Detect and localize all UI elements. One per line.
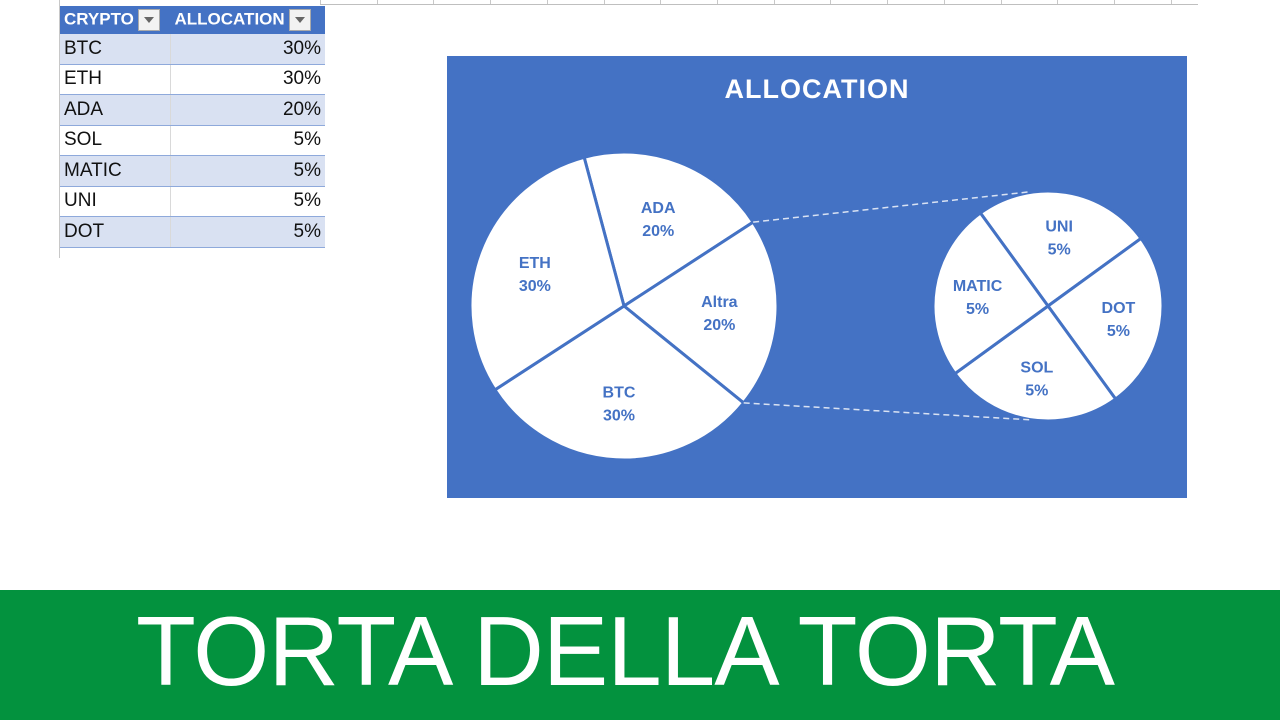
cell-crypto[interactable]: ETH <box>60 64 171 95</box>
column-gridline <box>320 0 321 4</box>
main-pie-value-btc: 30% <box>603 407 635 424</box>
table-row: UNI 5% <box>60 186 325 217</box>
column-gridline <box>774 0 775 4</box>
main-pie-label-eth: ETH <box>519 255 551 272</box>
sheet-column-gridlines <box>320 0 1198 5</box>
cell-allocation[interactable]: 5% <box>170 155 325 187</box>
cell-allocation[interactable]: 5% <box>170 186 325 217</box>
table-row: ADA 20% <box>60 94 325 126</box>
cell-crypto[interactable]: BTC <box>60 34 171 65</box>
secondary-pie-value-uni: 5% <box>1048 242 1071 259</box>
pie-of-pie-chart[interactable]: ALLOCATION ADA 20% Altra 20% BTC 30% ETH 30% UNI… <box>447 56 1187 498</box>
main-pie-label-altra: Altra <box>701 294 738 311</box>
column-gridline <box>490 0 491 4</box>
column-gridline <box>1057 0 1058 4</box>
table-row: DOT 5% <box>60 216 325 248</box>
cell-allocation[interactable]: 30% <box>170 64 325 95</box>
main-pie-value-altra: 20% <box>703 317 735 334</box>
column-gridline <box>1171 0 1172 4</box>
cell-allocation[interactable]: 30% <box>170 34 325 65</box>
column-gridline <box>604 0 605 4</box>
table-header-row: CRYPTO ALLOCATION <box>60 6 325 34</box>
cell-allocation[interactable]: 20% <box>170 94 325 126</box>
header-allocation: ALLOCATION <box>170 6 325 34</box>
secondary-pie-value-matic: 5% <box>966 301 989 318</box>
cell-allocation[interactable]: 5% <box>170 216 325 248</box>
column-gridline <box>1001 0 1002 4</box>
filter-dropdown-icon[interactable] <box>288 9 311 31</box>
secondary-pie-label-uni: UNI <box>1045 219 1073 236</box>
column-gridline <box>377 0 378 4</box>
column-gridline <box>887 0 888 4</box>
column-gridline <box>1114 0 1115 4</box>
secondary-pie-label-dot: DOT <box>1102 300 1136 317</box>
cell-crypto[interactable]: UNI <box>60 186 171 217</box>
main-pie-value-eth: 30% <box>519 278 551 295</box>
column-gridline <box>830 0 831 4</box>
table-row: SOL 5% <box>60 125 325 156</box>
column-gridline <box>433 0 434 4</box>
cell-crypto[interactable]: ADA <box>60 94 171 126</box>
main-pie-label-btc: BTC <box>603 384 636 401</box>
banner-title: TORTA DELLA TORTA <box>136 596 1115 706</box>
secondary-pie-label-sol: SOL <box>1020 359 1053 376</box>
cell-crypto[interactable]: SOL <box>60 125 171 156</box>
cell-crypto[interactable]: DOT <box>60 216 171 248</box>
secondary-pie-value-sol: 5% <box>1025 382 1048 399</box>
main-pie-value-ada: 20% <box>642 223 674 240</box>
column-gridline <box>717 0 718 4</box>
secondary-pie-value-dot: 5% <box>1107 323 1130 340</box>
cell-allocation[interactable]: 5% <box>170 125 325 156</box>
secondary-pie-label-matic: MATIC <box>953 278 1003 295</box>
table-row: ETH 30% <box>60 64 325 95</box>
table-row: MATIC 5% <box>60 155 325 187</box>
column-gridline <box>944 0 945 4</box>
filter-dropdown-icon[interactable] <box>137 9 160 31</box>
cell-crypto[interactable]: MATIC <box>60 155 171 187</box>
title-banner: TORTA DELLA TORTA <box>0 590 1280 720</box>
header-crypto: CRYPTO <box>60 6 171 34</box>
column-gridline <box>547 0 548 4</box>
column-gridline <box>660 0 661 4</box>
main-pie-label-ada: ADA <box>641 200 676 217</box>
crypto-allocation-table: CRYPTO ALLOCATION BTC 30% ETH 30% ADA 20% SOL 5… <box>60 6 325 248</box>
chart-svg: ADA 20% Altra 20% BTC 30% ETH 30% UNI 5% DOT 5% SOL 5… <box>468 150 1165 462</box>
table-row: BTC 30% <box>60 34 325 65</box>
